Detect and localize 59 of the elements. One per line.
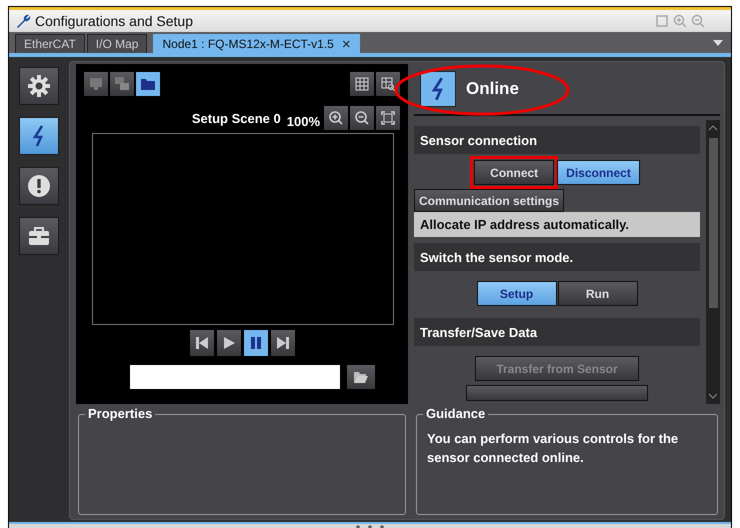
panel-title: Online [466, 79, 519, 99]
scroll-down-icon[interactable] [708, 393, 718, 399]
alert-button[interactable] [19, 167, 59, 205]
zoom-in-icon [328, 110, 344, 126]
scrollbar[interactable] [706, 120, 720, 404]
toolbox-button[interactable] [19, 217, 59, 255]
lightning-icon [33, 124, 45, 148]
clipped-button[interactable] [466, 385, 648, 401]
grid-icon [354, 76, 370, 92]
section-heading: Transfer/Save Data [414, 318, 700, 346]
skip-back-button[interactable] [190, 330, 214, 356]
wrench-icon [15, 13, 31, 29]
folder-icon [140, 76, 156, 92]
ip-mode-field: Allocate IP address automatically. [414, 212, 700, 237]
close-icon[interactable]: × [342, 36, 351, 52]
lightning-icon [420, 71, 456, 107]
lightning-button[interactable] [19, 117, 59, 155]
file-path-field[interactable] [130, 365, 340, 389]
zoom-out-icon [354, 110, 370, 126]
zoom-level: 100% [286, 114, 320, 128]
monitors-button[interactable] [110, 72, 134, 96]
grid-button[interactable] [350, 72, 374, 96]
zoom-in-button[interactable] [324, 106, 348, 130]
folder-icon [352, 369, 368, 385]
scroll-up-icon[interactable] [708, 125, 718, 131]
grid-search-icon [380, 76, 396, 92]
settings-icon [27, 74, 51, 98]
monitor-button[interactable] [84, 72, 108, 96]
disconnect-button[interactable]: Disconnect [557, 160, 640, 185]
tab[interactable]: Node1 : FQ-MS12x-M-ECT-v1.5 × [153, 34, 360, 53]
open-folder-button[interactable] [346, 365, 374, 389]
monitor-icon [88, 76, 104, 92]
fit-button[interactable] [376, 106, 400, 130]
guidance-text: You can perform various controls for the sensor connected online. [427, 430, 680, 467]
tab[interactable]: I/O Map [86, 34, 148, 53]
properties-title: Properties [85, 406, 156, 421]
fit-icon [380, 110, 396, 126]
grid-search-button[interactable] [376, 72, 400, 96]
guidance-title: Guidance [423, 406, 488, 421]
skip-back-icon [194, 335, 210, 351]
section-heading: Switch the sensor mode. [414, 243, 700, 271]
pause-button[interactable] [244, 330, 268, 356]
exclamation-icon [27, 174, 51, 198]
window-title: Configurations and Setup [35, 13, 193, 29]
monitors-icon [114, 76, 130, 92]
folder-button[interactable] [136, 72, 160, 96]
mode-button[interactable]: Run [558, 281, 638, 306]
play-button[interactable] [216, 330, 240, 356]
tab[interactable]: EtherCAT [15, 34, 85, 53]
mode-button[interactable]: Setup [476, 281, 556, 306]
communication-settings-button[interactable]: Communication settings [414, 189, 564, 212]
settings-button[interactable] [19, 67, 59, 105]
skip-forward-button[interactable] [270, 330, 294, 356]
toolbox-icon [27, 224, 51, 248]
skip-forward-icon [274, 335, 290, 351]
section-heading: Sensor connection [414, 126, 700, 154]
zoom-out-button[interactable] [350, 106, 374, 130]
scene-label: Setup Scene 0 [192, 110, 281, 126]
dropdown-icon[interactable] [713, 40, 723, 46]
